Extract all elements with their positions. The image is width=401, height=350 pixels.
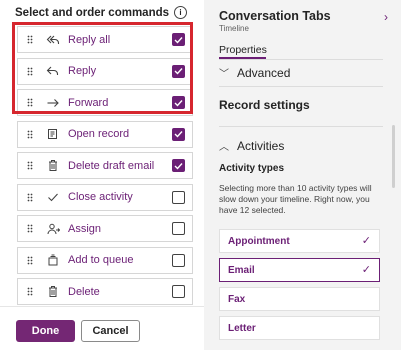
section-divider xyxy=(219,126,383,127)
command-checkbox[interactable] xyxy=(172,64,185,78)
drag-handle-icon[interactable] xyxy=(22,193,38,202)
cancel-button[interactable]: Cancel xyxy=(81,320,140,342)
command-list: Reply all Reply Forward Open record Delete d… xyxy=(17,26,193,310)
activity-type-option[interactable]: Fax xyxy=(219,287,380,311)
info-icon[interactable]: i xyxy=(174,6,188,19)
command-checkbox[interactable] xyxy=(172,159,185,172)
command-row[interactable]: Close activity xyxy=(17,183,193,211)
command-checkbox[interactable] xyxy=(172,190,185,204)
command-label: Assign xyxy=(68,222,102,235)
command-row[interactable]: Delete xyxy=(17,278,193,305)
drag-handle-icon[interactable] xyxy=(22,98,38,107)
command-row[interactable]: Forward xyxy=(17,89,193,116)
section-advanced[interactable]: ﹀ Advanced xyxy=(219,65,291,81)
command-checkbox[interactable] xyxy=(172,33,185,46)
command-label: Close activity xyxy=(68,191,133,203)
reply-icon xyxy=(46,64,60,78)
forward-icon xyxy=(46,96,60,110)
section-advanced-label: Advanced xyxy=(237,65,291,80)
section-record-settings[interactable]: Record settings xyxy=(219,98,310,112)
activity-type-option[interactable]: Email ✓ xyxy=(219,258,380,282)
command-row[interactable]: Delete draft email xyxy=(17,152,193,179)
command-panel: Select and order commands i Reply all Rep… xyxy=(0,0,204,350)
properties-panel: Conversation Tabs Timeline › Properties … xyxy=(204,0,401,350)
command-checkbox[interactable] xyxy=(172,285,185,298)
command-row[interactable]: Reply xyxy=(17,57,193,85)
panel-title: Conversation Tabs xyxy=(219,9,331,23)
assign-icon xyxy=(46,222,60,236)
activity-type-label: Appointment xyxy=(228,235,290,247)
drag-handle-icon[interactable] xyxy=(22,35,38,44)
reply-all-icon xyxy=(46,33,60,47)
footer-divider xyxy=(0,306,204,307)
command-label: Open record xyxy=(68,128,130,140)
drag-handle-icon[interactable] xyxy=(22,161,38,170)
drag-handle-icon[interactable] xyxy=(22,224,38,233)
scrollbar[interactable] xyxy=(392,125,395,188)
command-label: Reply all xyxy=(68,33,111,46)
delete-icon xyxy=(46,285,60,299)
command-checkbox[interactable] xyxy=(172,253,185,267)
activity-type-label: Fax xyxy=(228,293,246,305)
command-label: Reply xyxy=(68,65,97,77)
delete-icon xyxy=(46,159,60,173)
panel-header: Select and order commands i xyxy=(15,6,188,19)
activity-type-option[interactable]: Letter xyxy=(219,316,380,340)
drag-handle-icon[interactable] xyxy=(22,67,38,76)
section-activities[interactable]: ︿ Activities xyxy=(219,138,285,154)
activity-type-label: Letter xyxy=(228,322,256,334)
command-label: Delete xyxy=(68,285,100,298)
drag-handle-icon[interactable] xyxy=(22,287,38,296)
chevron-up-icon: ︿ xyxy=(219,142,229,153)
chevron-down-icon: ﹀ xyxy=(219,69,229,80)
command-row[interactable]: Add to queue xyxy=(17,246,193,274)
command-row[interactable]: Assign xyxy=(17,215,193,242)
chevron-right-icon[interactable]: › xyxy=(384,10,388,24)
activity-type-label: Email xyxy=(228,264,255,276)
tab-properties[interactable]: Properties xyxy=(219,44,267,56)
panel-header-label: Select and order commands xyxy=(15,6,170,19)
section-divider xyxy=(219,86,383,87)
panel-subtitle: Timeline xyxy=(219,24,249,33)
activity-types-note: Selecting more than 10 activity types wi… xyxy=(219,183,372,215)
done-button[interactable]: Done xyxy=(16,320,75,342)
activity-types-label: Activity types xyxy=(219,163,285,174)
section-activities-label: Activities xyxy=(237,138,285,153)
activity-type-list: Appointment ✓ Email ✓ Fax Letter xyxy=(219,229,380,345)
checkmark-icon xyxy=(46,190,60,204)
command-checkbox[interactable] xyxy=(172,127,185,141)
open-record-icon xyxy=(46,127,60,141)
checkmark-icon: ✓ xyxy=(361,264,371,276)
command-row[interactable]: Reply all xyxy=(17,26,193,53)
queue-icon xyxy=(46,253,60,267)
drag-handle-icon[interactable] xyxy=(22,130,38,139)
drag-handle-icon[interactable] xyxy=(22,256,38,265)
activity-type-option[interactable]: Appointment ✓ xyxy=(219,229,380,253)
tab-divider xyxy=(219,59,383,60)
command-row[interactable]: Open record xyxy=(17,120,193,148)
checkmark-icon: ✓ xyxy=(361,235,371,247)
command-label: Add to queue xyxy=(68,254,134,266)
record-settings-label: Record settings xyxy=(219,98,310,112)
command-checkbox[interactable] xyxy=(172,96,185,109)
command-checkbox[interactable] xyxy=(172,222,185,235)
command-label: Forward xyxy=(68,96,109,109)
command-label: Delete draft email xyxy=(68,159,155,172)
